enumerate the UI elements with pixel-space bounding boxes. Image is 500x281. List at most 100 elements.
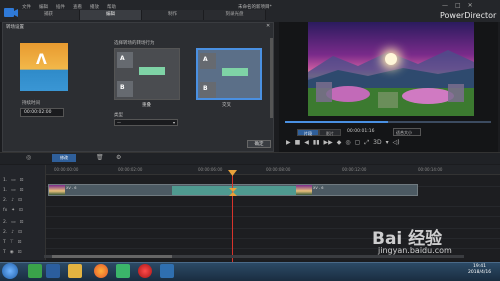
track-row[interactable]: T ◉ ⊡ (0, 248, 46, 257)
3d-toggle[interactable]: 3D (373, 139, 381, 147)
track-label: 2. (3, 198, 8, 203)
overlap-label: 重叠 (142, 103, 151, 108)
start-button[interactable] (2, 263, 18, 279)
undock-icon[interactable]: ▢ (355, 139, 361, 147)
snapshot-icon[interactable]: ◎ (345, 139, 350, 147)
sun-glow (385, 53, 397, 65)
trash-icon[interactable]: 🗑 (96, 154, 104, 161)
record-icon[interactable] (138, 264, 152, 278)
storyboard-icon[interactable]: ◎ (26, 154, 31, 161)
clip-b-block: B (117, 81, 133, 97)
app-icon[interactable] (28, 264, 42, 278)
app-icon[interactable] (46, 264, 60, 278)
prev-frame-icon[interactable]: ◀ (304, 139, 309, 147)
lock-icon[interactable]: ⊡ (20, 220, 24, 225)
tab-movie[interactable]: 影片 (319, 129, 341, 136)
lock-icon[interactable]: ⊡ (18, 250, 22, 255)
clip-a-block: A (200, 53, 216, 69)
track-label: 1. (3, 188, 8, 193)
ruler-tick: 00:00:14:00 (418, 167, 443, 172)
clip-a-letter: A (203, 56, 208, 63)
clip-b-letter: B (203, 85, 208, 92)
timeline-scrollbar-thumb[interactable] (52, 255, 172, 258)
track-lane[interactable] (46, 206, 500, 217)
clock[interactable]: 19:41 2018/4/16 (468, 264, 491, 276)
maximize-icon[interactable]: □ (455, 2, 461, 9)
browser-icon[interactable] (94, 264, 108, 278)
play-icon[interactable]: ▶ (286, 139, 291, 147)
fullscreen-icon[interactable]: ⤢ (364, 139, 369, 147)
powerdirector-task-icon[interactable] (160, 264, 174, 278)
close-icon[interactable]: ✕ (468, 2, 473, 9)
track-label: T (3, 240, 6, 245)
minimize-icon[interactable]: — (442, 2, 448, 9)
track-row[interactable]: 1. ▭ ⊡ (0, 186, 46, 195)
preview-mode-tabs: 片段 影片 (297, 129, 341, 136)
track-row[interactable]: 2. ♪ ⊡ (0, 196, 46, 205)
lock-icon[interactable]: ⊡ (18, 198, 22, 203)
transition-bar (222, 68, 248, 76)
volume-icon[interactable]: ◁) (393, 139, 400, 147)
title-track-icon: ⊤ (9, 240, 14, 245)
lock-icon[interactable]: ⊡ (18, 230, 22, 235)
lock-icon[interactable]: ⊡ (18, 240, 22, 245)
marker-icon[interactable]: ◆ (337, 139, 342, 147)
duration-input[interactable]: 00:00:02:00 (20, 108, 64, 117)
transition-bar (139, 67, 165, 75)
ruler-tick: 00:00:06:00 (198, 167, 223, 172)
track-label: fx (3, 208, 8, 213)
lock-icon[interactable]: ⊡ (20, 178, 24, 183)
chevron-down-icon: ▾ (172, 120, 175, 125)
lock-icon[interactable]: ⊡ (20, 188, 24, 193)
ruler-tick: 00:00:00:00 (54, 167, 79, 172)
crossfade-label: 交叉 (222, 103, 231, 108)
fit-select[interactable]: 适合大小 (393, 128, 421, 136)
crossfade-option[interactable]: A B (196, 48, 262, 100)
behavior-prompt: 选择转场的转场行为 (114, 41, 155, 46)
overlap-option[interactable]: A B (114, 48, 180, 100)
clip-thumbnail (296, 185, 312, 195)
baidu-watermark-url: jingyan.baidu.com (378, 246, 452, 255)
video-preview[interactable] (308, 22, 474, 116)
fit-value: 适合大小 (396, 130, 412, 135)
clip-b-block: B (200, 82, 216, 98)
tools-icon[interactable]: ⚙ (116, 154, 121, 161)
pause-icon[interactable]: ▮▮ (313, 139, 320, 147)
mode-tabs: 捕获 编辑 制作 刻录光盘 (18, 10, 266, 20)
duration-label: 持续时间 (22, 101, 40, 106)
playback-controls: ▶ ■ ◀ ▮▮ ▶▶ ◆ ◎ ▢ ⤢ 3D ▾ ◁) (286, 139, 400, 147)
track-row[interactable]: 2. ▭ ⊡ (0, 218, 46, 227)
video-track-icon: ▭ (11, 178, 16, 183)
track-row[interactable]: 1. ▭ ⊡ (0, 176, 46, 185)
clip-b-letter: B (120, 84, 125, 91)
lock-icon[interactable]: ⊡ (19, 208, 23, 213)
confirm-button[interactable]: 确定 (247, 140, 271, 148)
media-icon[interactable] (116, 264, 130, 278)
clip-thumbnail (49, 185, 65, 195)
tab-produce[interactable]: 制作 (142, 10, 204, 20)
stop-icon[interactable]: ■ (295, 139, 301, 147)
type-label: 类型 (114, 113, 123, 118)
panel-close-icon[interactable]: ✕ (266, 23, 270, 29)
modify-button[interactable]: 修改 (52, 154, 76, 162)
timeline-ruler[interactable]: 00:00:00:00 00:00:02:00 00:00:06:00 00:0… (46, 165, 500, 175)
audio-track-icon: ♪ (11, 198, 15, 203)
type-select[interactable]: — ▾ (114, 119, 178, 126)
folder-icon[interactable] (68, 264, 82, 278)
panel-scrollbar[interactable] (270, 38, 273, 118)
track-row[interactable]: T ⊤ ⊡ (0, 238, 46, 247)
ruler-tick: 00:00:08:00 (266, 167, 291, 172)
type-value: — (117, 120, 121, 125)
chevron-down-icon[interactable]: ▾ (386, 139, 389, 147)
tab-clip[interactable]: 片段 (297, 129, 319, 136)
track-row[interactable]: 2. ♪ ⊡ (0, 228, 46, 237)
track-row[interactable]: fx ✦ ⊡ (0, 206, 46, 215)
tab-capture[interactable]: 捕获 (18, 10, 80, 20)
track-label: 2. (3, 220, 8, 225)
fast-forward-icon[interactable]: ▶▶ (324, 139, 333, 147)
ruler-tick: 00:00:12:00 (342, 167, 367, 172)
tab-burn-disc[interactable]: 刻录光盘 (204, 10, 266, 20)
tab-edit[interactable]: 编辑 (80, 10, 142, 20)
playhead-line[interactable] (232, 171, 233, 263)
video-track-icon: ▭ (11, 188, 16, 193)
